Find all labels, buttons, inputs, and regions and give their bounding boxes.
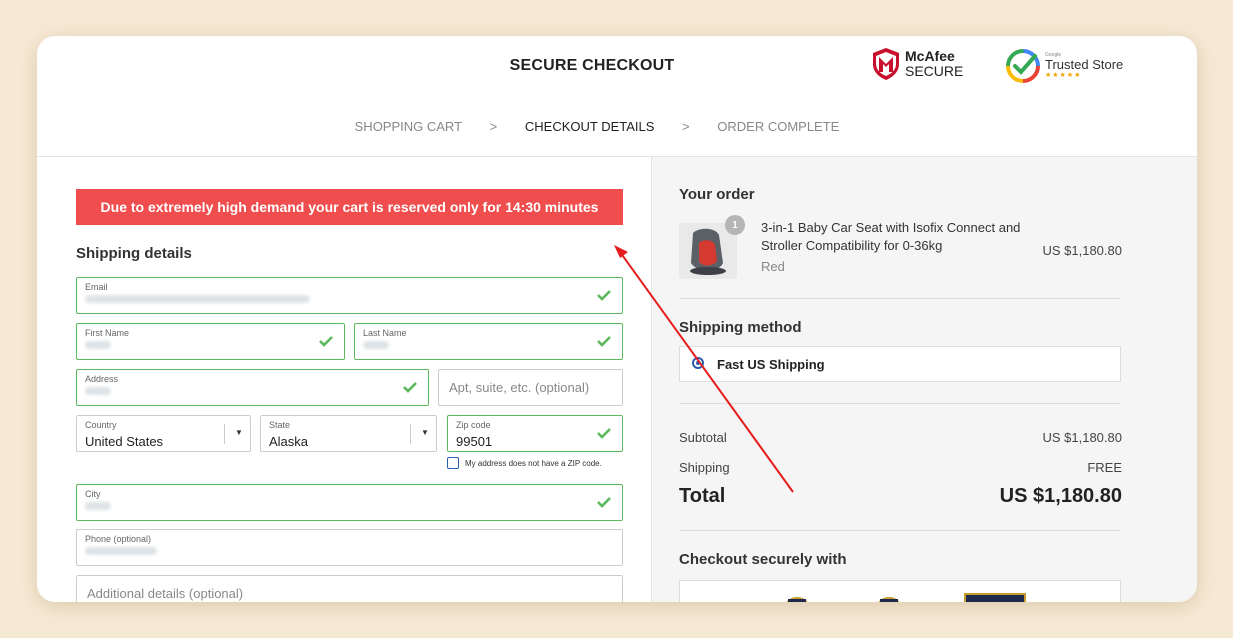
email-field[interactable]: Email (76, 277, 623, 314)
state-label: State (269, 420, 291, 430)
quantity-badge: 1 (725, 215, 745, 235)
no-zip-checkbox[interactable]: My address does not have a ZIP code. (447, 457, 602, 469)
city-field[interactable]: City (76, 484, 623, 521)
subtotal-label: Subtotal (679, 430, 727, 445)
shipping-method-title: Shipping method (679, 319, 802, 336)
select-divider (224, 424, 225, 444)
first-name-value-blurred (85, 341, 111, 349)
chevron-down-icon: ▼ (421, 428, 429, 437)
product-variant: Red (761, 259, 785, 274)
last-name-value-blurred (363, 341, 389, 349)
your-order-title: Your order (679, 186, 755, 203)
checkbox-icon[interactable] (447, 457, 459, 469)
shipping-option[interactable]: Fast US Shipping (679, 346, 1121, 382)
checkout-securely-title: Checkout securely with (679, 551, 847, 568)
shipping-panel: Due to extremely high demand your cart i… (37, 157, 651, 602)
state-select[interactable]: State Alaska ▼ (260, 415, 437, 452)
phone-value-blurred (85, 547, 157, 555)
subtotal-value: US $1,180.80 (1042, 430, 1122, 445)
city-label: City (85, 489, 101, 499)
valid-check-icon (319, 336, 333, 347)
last-name-field[interactable]: Last Name (354, 323, 623, 360)
zip-code-value: 99501 (456, 434, 493, 449)
cart-reserved-banner: Due to extremely high demand your cart i… (76, 189, 623, 225)
phone-field[interactable]: Phone (optional) (76, 529, 623, 566)
first-name-label: First Name (85, 328, 130, 338)
step-shopping-cart[interactable]: SHOPPING CART (355, 119, 462, 134)
security-badges-box (679, 580, 1121, 602)
additional-details-field[interactable]: Additional details (optional) (76, 575, 623, 602)
country-label: Country (85, 420, 117, 430)
mcafee-badge: McAfee SECURE (871, 47, 963, 81)
shipping-value: FREE (1087, 460, 1122, 475)
shipping-details-title: Shipping details (76, 245, 192, 262)
checkout-card: SECURE CHECKOUT McAfee SECURE Google Tru… (37, 36, 1197, 602)
valid-check-icon (597, 428, 611, 439)
valid-check-icon (597, 336, 611, 347)
divider (679, 298, 1121, 299)
address-field[interactable]: Address (76, 369, 429, 406)
total-label: Total (679, 485, 726, 507)
step-separator: > (489, 119, 498, 134)
chevron-down-icon: ▼ (235, 428, 243, 437)
total-value: US $1,180.80 (999, 485, 1122, 507)
phone-label: Phone (optional) (85, 534, 152, 544)
divider (679, 403, 1121, 404)
radio-selected-icon[interactable] (692, 357, 704, 369)
security-badges-icon (786, 593, 1026, 602)
apt-suite-placeholder: Apt, suite, etc. (optional) (449, 380, 590, 395)
address-value-blurred (85, 387, 111, 395)
step-order-complete: ORDER COMPLETE (717, 119, 840, 134)
product-price: US $1,180.80 (1042, 243, 1122, 258)
mcafee-name: McAfee (905, 48, 955, 64)
page-title: SECURE CHECKOUT (509, 57, 675, 74)
first-name-field[interactable]: First Name (76, 323, 345, 360)
step-checkout-details: CHECKOUT DETAILS (524, 119, 655, 134)
select-divider (410, 424, 411, 444)
state-value: Alaska (269, 434, 309, 449)
google-check-icon (1006, 49, 1040, 83)
step-separator: > (682, 119, 690, 134)
no-zip-label: My address does not have a ZIP code. (465, 458, 602, 468)
country-value: United States (85, 434, 164, 449)
city-value-blurred (85, 502, 111, 510)
country-select[interactable]: Country United States ▼ (76, 415, 251, 452)
mcafee-shield-icon (873, 48, 899, 80)
valid-check-icon (597, 290, 611, 301)
shipping-option-label: Fast US Shipping (717, 357, 825, 372)
trusted-store-label: Trusted Store (1045, 57, 1124, 72)
last-name-label: Last Name (363, 328, 407, 338)
email-value-blurred (85, 295, 310, 303)
mcafee-secure-label: SECURE (905, 63, 964, 79)
zip-code-label: Zip code (456, 420, 491, 430)
checkout-steps: SHOPPING CART > CHECKOUT DETAILS > ORDER… (37, 119, 1157, 134)
rating-stars: ★★★★★ (1045, 72, 1082, 79)
checkout-header: SECURE CHECKOUT McAfee SECURE Google Tru… (37, 36, 1197, 157)
apt-suite-field[interactable]: Apt, suite, etc. (optional) (438, 369, 623, 406)
shipping-label: Shipping (679, 460, 730, 475)
additional-details-placeholder: Additional details (optional) (87, 586, 244, 601)
address-label: Address (85, 374, 119, 384)
valid-check-icon (597, 497, 611, 508)
divider (679, 530, 1121, 531)
email-label: Email (85, 282, 108, 292)
product-name: 3-in-1 Baby Car Seat with Isofix Connect… (761, 220, 1021, 253)
order-summary-panel: Your order 1 3-in-1 Baby Car Seat with I… (651, 157, 1197, 602)
valid-check-icon (403, 382, 417, 393)
zip-code-field[interactable]: Zip code 99501 (447, 415, 623, 452)
google-trusted-badge: Google Trusted Store ★★★★★ (1005, 48, 1123, 84)
